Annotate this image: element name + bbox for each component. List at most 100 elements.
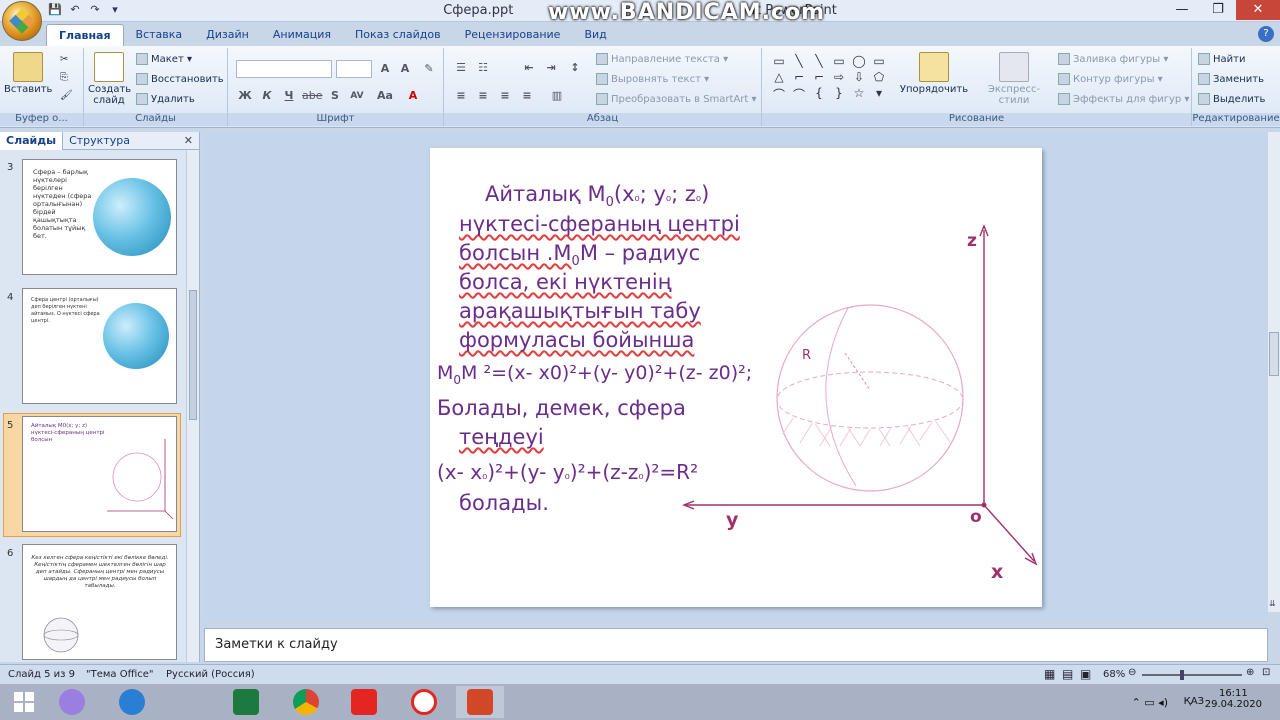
align-right-icon[interactable]: ≡	[496, 88, 514, 104]
taskbar-powerpoint[interactable]	[456, 686, 504, 718]
format-painter-icon[interactable]: 🖌	[60, 88, 73, 104]
clear-format-icon[interactable]: ✎	[420, 61, 438, 77]
panel-scroll-thumb[interactable]	[189, 290, 197, 420]
language-status[interactable]: Русский (Россия)	[166, 669, 255, 680]
align-center-icon[interactable]: ≡	[474, 88, 492, 104]
smartart-button[interactable]: Преобразовать в SmartArt ▾	[596, 92, 757, 108]
main-scrollbar[interactable]: ⇊	[1268, 132, 1280, 612]
decrease-indent-icon[interactable]: ⇤	[520, 60, 538, 76]
next-slide-icon[interactable]: ⇊	[1269, 599, 1276, 608]
panel-scrollbar[interactable]	[186, 150, 199, 662]
start-button[interactable]	[0, 686, 48, 718]
z-axis-label: z	[967, 231, 977, 251]
new-slide-button[interactable]: Создать слайд	[88, 52, 131, 106]
fit-slide-icon[interactable]: ⊡	[1262, 667, 1270, 678]
font-color-button[interactable]: A	[404, 88, 422, 104]
input-language[interactable]: ҚАЗ	[1184, 696, 1204, 707]
tray-icons[interactable]: ⌃ ▭ ◂)	[1132, 696, 1168, 709]
bold-button[interactable]: Ж	[236, 88, 254, 104]
numbering-icon[interactable]: ☷	[474, 60, 492, 76]
slide-thumb-3[interactable]: Сфера – барлық нүктелері берілген нүктед…	[22, 159, 177, 275]
shapes-gallery[interactable]: ▭ ╲ ╲ ▭ ◯ ▭ △ ⌐ ⌐ ⇨ ⇩ ⬠ ⌒ ⌒{} ☆ ▾	[770, 54, 886, 103]
text-direction-button[interactable]: Направление текста ▾	[596, 52, 728, 68]
notes-pane[interactable]: Заметки к слайду	[204, 628, 1268, 662]
bullets-icon[interactable]: ☰	[452, 60, 470, 76]
taskbar-chrome[interactable]	[282, 686, 330, 718]
font-name-input[interactable]	[236, 60, 332, 78]
shape-outline-button[interactable]: Контур фигуры ▾	[1058, 72, 1163, 88]
align-text-button[interactable]: Выровнять текст ▾	[596, 72, 709, 88]
italic-button[interactable]: К	[258, 88, 276, 104]
zoom-in-icon[interactable]: ⊕	[1246, 667, 1254, 678]
slideshow-view-icon[interactable]: ▣	[1080, 667, 1091, 681]
columns-icon[interactable]: ▥	[548, 88, 566, 104]
zoom-slider[interactable]	[1142, 670, 1242, 680]
zoom-level[interactable]: 68%	[1103, 669, 1125, 680]
grow-font-icon[interactable]: A	[376, 61, 394, 77]
x-axis-label: x	[991, 561, 1003, 583]
close-button[interactable]: ✕	[1236, 0, 1280, 20]
underline-button[interactable]: Ч	[280, 88, 298, 104]
shadow-button[interactable]: S	[326, 88, 344, 104]
main-scroll-thumb[interactable]	[1269, 332, 1279, 376]
clock[interactable]: 16:11 29.04.2020	[1205, 688, 1262, 710]
new-slide-icon	[94, 52, 124, 82]
tab-slideshow[interactable]: Показ слайдов	[343, 24, 453, 46]
slide-canvas[interactable]: Айталық M0(x₀; y₀; z₀) нүктесі-сфераның …	[430, 148, 1042, 607]
replace-button[interactable]: Заменить	[1198, 72, 1264, 88]
delete-slide-button[interactable]: Удалить	[136, 92, 195, 108]
reset-button[interactable]: Восстановить	[136, 72, 224, 88]
taskbar-edge[interactable]	[108, 686, 156, 718]
slide-thumb-4[interactable]: Сфера центрі (орталығы) деп берілген нүк…	[22, 288, 177, 404]
taskbar-yandex[interactable]	[340, 686, 388, 718]
office-button[interactable]	[2, 1, 42, 41]
watermark: www.BANDICAM.com	[548, 0, 826, 25]
help-icon[interactable]: ?	[1258, 26, 1274, 42]
thumb-number: 3	[7, 162, 14, 173]
arrange-button[interactable]: Упорядочить	[898, 52, 970, 95]
tab-review[interactable]: Рецензирование	[453, 24, 573, 46]
maximize-button[interactable]: ❐	[1200, 0, 1236, 20]
taskbar-excel[interactable]	[222, 686, 270, 718]
tab-design[interactable]: Дизайн	[194, 24, 261, 46]
tab-slides[interactable]: Слайды	[0, 131, 64, 150]
shape-effects-button[interactable]: Эффекты для фигур ▾	[1058, 92, 1189, 108]
slide-thumb-5[interactable]: Айталық M0(x; y; z) нүктесі-сфераның цен…	[22, 416, 177, 532]
copy-icon[interactable]: ⎘	[60, 70, 68, 86]
tab-insert[interactable]: Вставка	[124, 24, 195, 46]
paste-button[interactable]: Вставить	[4, 52, 52, 95]
zoom-out-icon[interactable]: ⊖	[1128, 667, 1136, 678]
select-button[interactable]: Выделить	[1198, 92, 1265, 108]
thumb-text: Айталық M0(x; y; z) нүктесі-сфераның цен…	[31, 423, 105, 443]
line-spacing-icon[interactable]: ↕	[566, 60, 584, 76]
minimize-button[interactable]: —	[1164, 0, 1200, 20]
tab-outline[interactable]: Структура	[63, 132, 136, 150]
change-case-button[interactable]: Aa	[376, 88, 394, 104]
cut-icon[interactable]: ✂	[60, 52, 68, 68]
justify-icon[interactable]: ≡	[518, 88, 536, 104]
effects-icon	[1058, 93, 1070, 105]
select-icon	[1198, 93, 1210, 105]
align-left-icon[interactable]: ≡	[452, 88, 470, 104]
layout-button[interactable]: Макет ▾	[136, 52, 192, 68]
slide-thumb-6[interactable]: Кез келген сфера кеңістікті екі бөлікке …	[22, 544, 177, 660]
zoom-slider-thumb[interactable]	[1180, 670, 1184, 680]
tab-view[interactable]: Вид	[572, 24, 618, 46]
find-button[interactable]: Найти	[1198, 52, 1245, 68]
font-label: Шрифт	[228, 113, 443, 126]
quick-styles-button[interactable]: Экспресс-стили	[974, 52, 1054, 106]
sorter-view-icon[interactable]: ▤	[1062, 667, 1073, 681]
clock-date: 29.04.2020	[1204, 699, 1262, 710]
shape-fill-button[interactable]: Заливка фигуры ▾	[1058, 52, 1168, 68]
shrink-font-icon[interactable]: A	[396, 61, 414, 77]
increase-indent-icon[interactable]: ⇥	[542, 60, 560, 76]
char-spacing-button[interactable]: AV	[348, 88, 366, 104]
taskbar-yandex-browser[interactable]	[400, 686, 448, 718]
taskbar-cortana[interactable]	[48, 686, 96, 718]
close-panel-icon[interactable]: ✕	[184, 134, 193, 147]
tab-animation[interactable]: Анимация	[261, 24, 343, 46]
font-size-input[interactable]	[336, 60, 372, 78]
normal-view-icon[interactable]: ▦	[1044, 667, 1055, 681]
tab-home[interactable]: Главная	[46, 24, 124, 46]
strikethrough-button[interactable]: abe	[302, 88, 323, 104]
